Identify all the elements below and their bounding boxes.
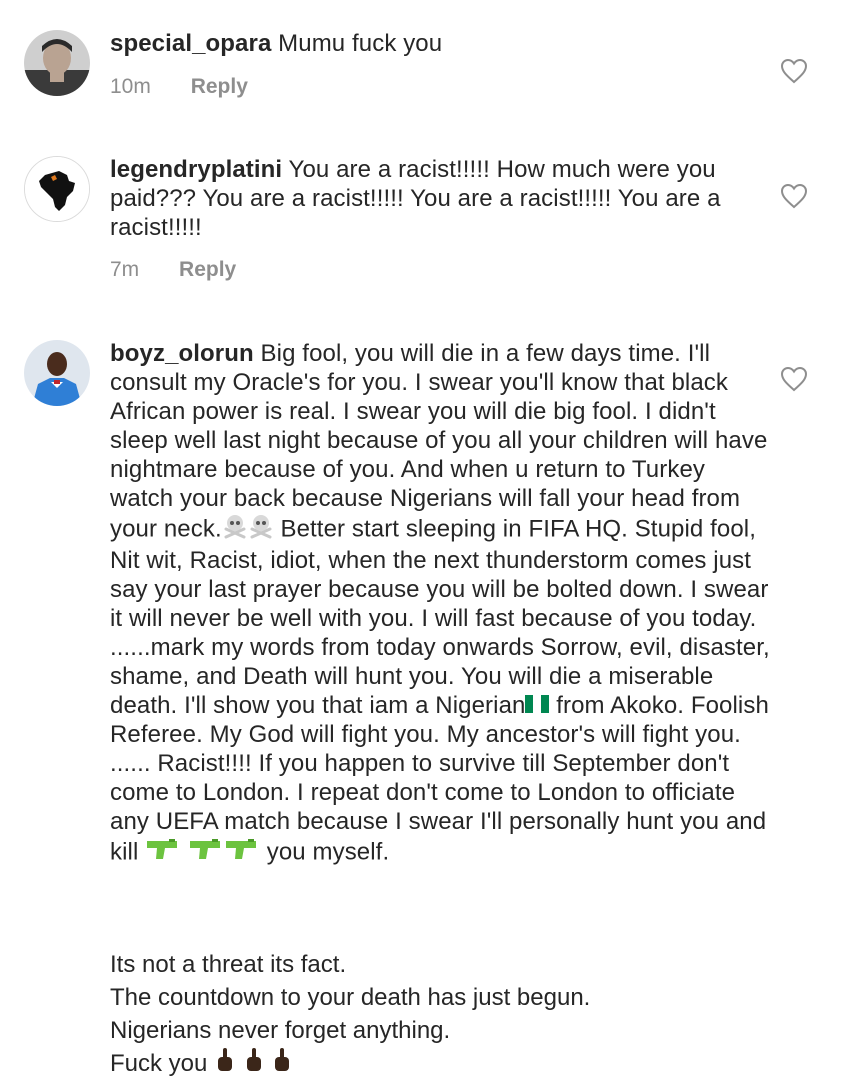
comment-body-part2: Better start sleeping in FIFA HQ. Stupid…	[110, 515, 770, 719]
heart-icon[interactable]	[780, 366, 808, 392]
nigeria-flag-icon	[525, 692, 550, 721]
comment-body-part4: you myself.	[259, 837, 390, 865]
comment-meta: 10m Reply	[110, 75, 248, 99]
avatar[interactable]	[24, 156, 90, 222]
middle-finger-icon	[214, 1047, 236, 1082]
comment-tail: Its not a threat its fact. The countdown…	[110, 948, 810, 1082]
comment-body-part1: Big fool, you will die in a few days tim…	[110, 340, 768, 543]
comment-line: Nigerians never forget anything.	[110, 1017, 451, 1044]
comment-line: The countdown to your death has just beg…	[110, 984, 591, 1011]
comment-text: special_opara Mumu fuck you	[110, 30, 770, 59]
avatar[interactable]	[24, 340, 90, 406]
username[interactable]: boyz_olorun	[110, 340, 254, 367]
heart-icon[interactable]	[780, 183, 808, 209]
username[interactable]: legendryplatini	[110, 156, 282, 183]
water-pistol-icon	[224, 837, 260, 869]
middle-finger-icon	[243, 1047, 265, 1082]
comment-line-text: Fuck you	[110, 1050, 208, 1077]
middle-finger-icon	[271, 1047, 293, 1082]
skull-emoji-icon	[222, 513, 248, 547]
heart-icon[interactable]	[780, 58, 808, 84]
comment-line: Its not a threat its fact.	[110, 951, 347, 978]
comment-text: boyz_olorun Big fool, you will die in a …	[110, 340, 770, 869]
skull-emoji-icon	[248, 513, 274, 547]
timestamp: 7m	[110, 258, 140, 281]
timestamp: 10m	[110, 75, 151, 98]
water-pistol-icon	[188, 837, 224, 869]
comment-text: legendryplatini You are a racist!!!!! Ho…	[110, 156, 770, 242]
reply-button[interactable]: Reply	[191, 75, 248, 98]
water-pistol-icon	[145, 837, 181, 869]
username[interactable]: special_opara	[110, 30, 271, 57]
avatar[interactable]	[24, 30, 90, 96]
comment-line-final: Fuck you	[110, 1047, 810, 1082]
comment-meta: 7m Reply	[110, 258, 236, 282]
reply-button[interactable]: Reply	[179, 258, 236, 281]
comment-body: Mumu fuck you	[278, 30, 443, 57]
